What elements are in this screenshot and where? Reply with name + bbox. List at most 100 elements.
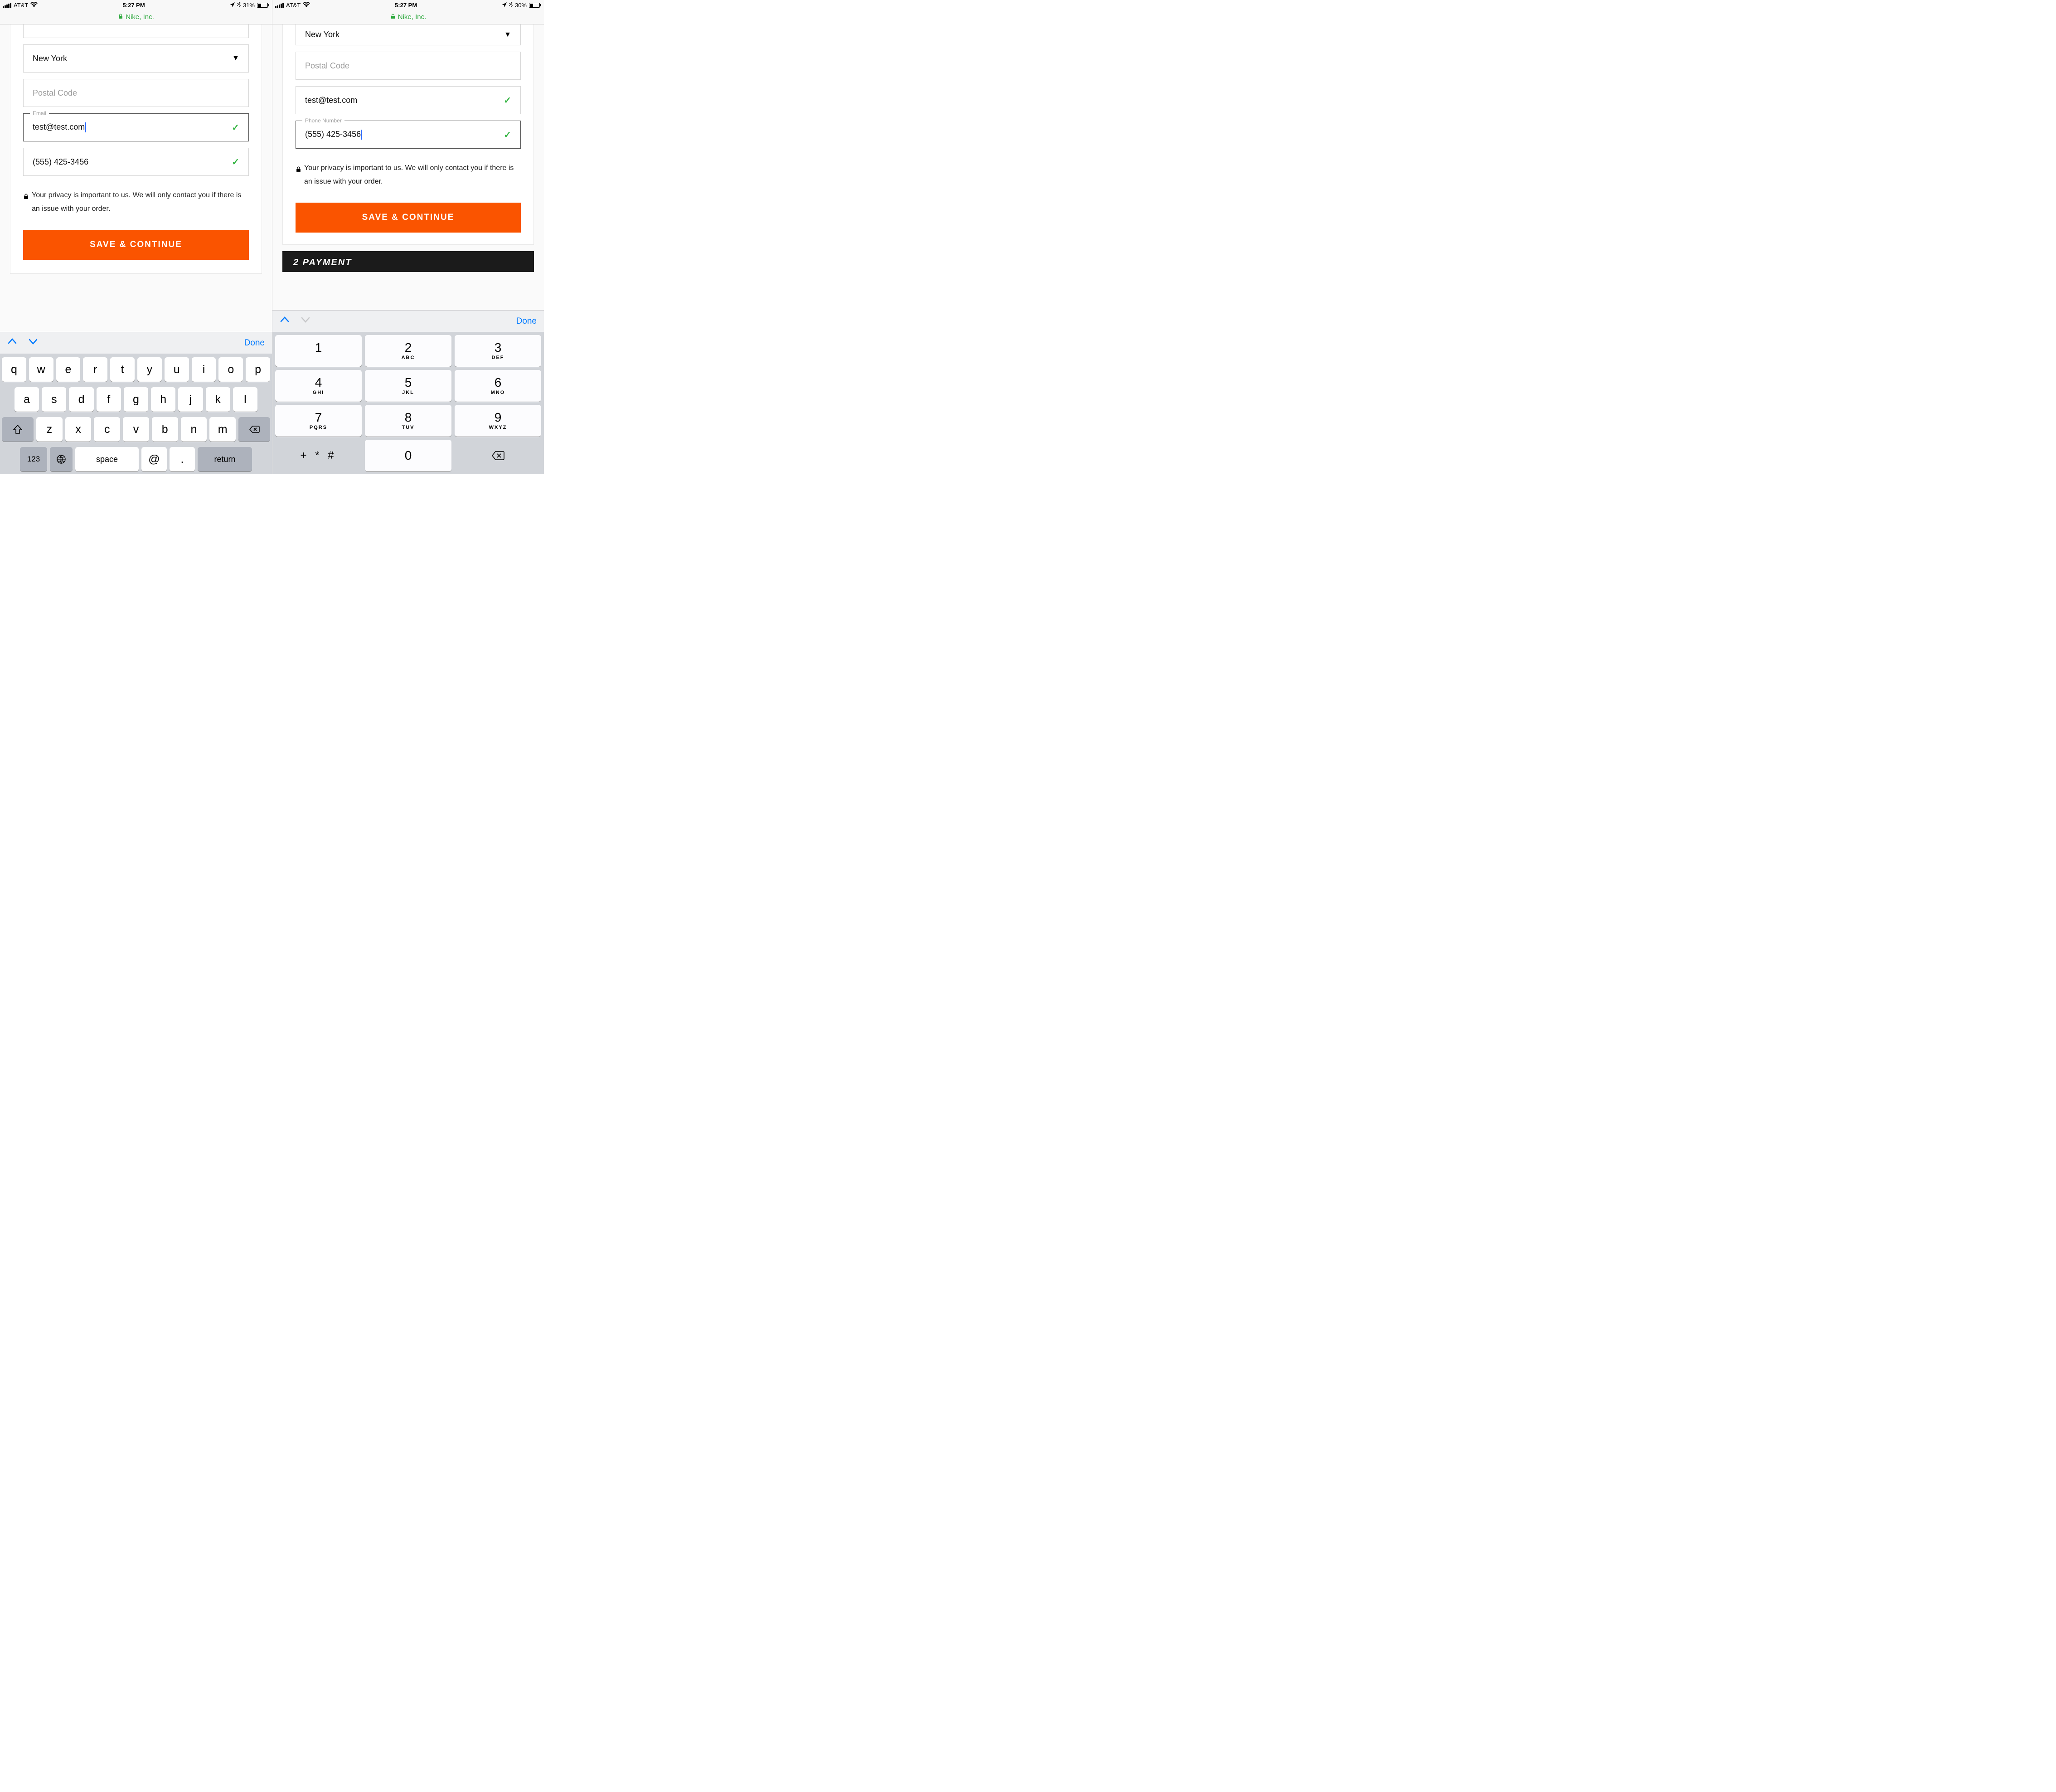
location-icon xyxy=(230,2,235,9)
clock: 5:27 PM xyxy=(395,2,417,9)
bluetooth-icon xyxy=(509,1,513,9)
prev-field-partial[interactable] xyxy=(23,24,249,38)
period-key[interactable]: . xyxy=(170,447,195,471)
carrier-label: AT&T xyxy=(14,2,28,9)
space-key[interactable]: space xyxy=(75,447,139,471)
numpad-key-3[interactable]: 3DEF xyxy=(455,335,541,367)
key-b[interactable]: b xyxy=(152,417,178,442)
key-o[interactable]: o xyxy=(218,357,243,382)
key-h[interactable]: h xyxy=(151,387,175,412)
numpad-key-6[interactable]: 6MNO xyxy=(455,370,541,402)
numpad-key-9[interactable]: 9WXYZ xyxy=(455,405,541,437)
key-e[interactable]: e xyxy=(56,357,81,382)
key-m[interactable]: m xyxy=(209,417,236,442)
browser-url-bar[interactable]: Nike, Inc. xyxy=(272,10,544,24)
checkout-form: New York ▼ Postal Code Email test@test.c… xyxy=(10,24,262,274)
globe-key[interactable] xyxy=(50,447,73,471)
privacy-notice: Your privacy is important to us. We will… xyxy=(23,189,249,216)
numpad-key-1[interactable]: 1 xyxy=(275,335,362,367)
postal-code-field[interactable]: Postal Code xyxy=(296,52,521,80)
check-icon: ✓ xyxy=(504,129,511,141)
return-key[interactable]: return xyxy=(198,447,252,471)
key-l[interactable]: l xyxy=(233,387,257,412)
check-icon: ✓ xyxy=(232,156,239,168)
privacy-text: Your privacy is important to us. We will… xyxy=(32,189,249,216)
key-i[interactable]: i xyxy=(192,357,216,382)
key-f[interactable]: f xyxy=(97,387,121,412)
phone-field[interactable]: Phone Number (555) 425-3456 ✓ xyxy=(296,121,521,149)
state-value: New York xyxy=(33,54,67,63)
key-j[interactable]: j xyxy=(178,387,203,412)
state-select[interactable]: New York ▼ xyxy=(296,24,521,45)
clock: 5:27 PM xyxy=(123,2,145,9)
symbols-key[interactable]: + * # xyxy=(275,440,362,471)
page-content: New York ▼ Postal Code Email test@test.c… xyxy=(0,24,272,332)
next-field-button[interactable] xyxy=(301,315,310,328)
key-k[interactable]: k xyxy=(206,387,230,412)
keyboard-done-button[interactable]: Done xyxy=(516,316,537,326)
key-c[interactable]: c xyxy=(94,417,120,442)
lock-icon xyxy=(296,164,301,189)
key-d[interactable]: d xyxy=(69,387,93,412)
phone-float-label: Phone Number xyxy=(302,117,344,124)
key-t[interactable]: t xyxy=(110,357,135,382)
key-n[interactable]: n xyxy=(181,417,207,442)
state-select[interactable]: New York ▼ xyxy=(23,44,249,73)
browser-url-bar[interactable]: Nike, Inc. xyxy=(0,10,272,24)
backspace-key[interactable] xyxy=(455,440,541,471)
privacy-text: Your privacy is important to us. We will… xyxy=(304,161,521,189)
payment-step-header[interactable]: 2 PAYMENT xyxy=(282,251,534,272)
lock-icon xyxy=(390,13,396,21)
privacy-notice: Your privacy is important to us. We will… xyxy=(296,161,521,189)
email-float-label: Email xyxy=(30,110,49,117)
numpad-key-4[interactable]: 4GHI xyxy=(275,370,362,402)
phone-field[interactable]: (555) 425-3456 ✓ xyxy=(23,148,249,176)
lock-icon xyxy=(118,13,123,21)
lock-icon xyxy=(23,191,29,216)
numpad-key-8[interactable]: 8TUV xyxy=(365,405,451,437)
check-icon: ✓ xyxy=(232,122,239,133)
key-y[interactable]: y xyxy=(137,357,162,382)
key-p[interactable]: p xyxy=(246,357,270,382)
status-bar: AT&T 5:27 PM 31% xyxy=(0,0,272,10)
save-continue-button[interactable]: SAVE & CONTINUE xyxy=(296,203,521,233)
key-a[interactable]: a xyxy=(15,387,39,412)
key-r[interactable]: r xyxy=(83,357,107,382)
backspace-key[interactable] xyxy=(238,417,270,442)
keyboard-accessory: Done xyxy=(272,310,544,332)
key-z[interactable]: z xyxy=(36,417,63,442)
phone-right: AT&T 5:27 PM 30% Nike, Inc. New York ▼ xyxy=(272,0,544,474)
keyboard-numpad: 1 2ABC3DEF 4GHI5JKL6MNO 7PQRS8TUV9WXYZ +… xyxy=(272,332,544,474)
numpad-key-0[interactable]: 0 xyxy=(365,440,451,471)
email-field[interactable]: Email test@test.com ✓ xyxy=(23,113,249,141)
email-field[interactable]: test@test.com ✓ xyxy=(296,86,521,114)
numbers-key[interactable]: 123 xyxy=(20,447,47,471)
battery-pct: 31% xyxy=(243,2,255,9)
phone-value: (555) 425-3456 xyxy=(305,130,361,139)
next-field-button[interactable] xyxy=(28,336,38,350)
numpad-key-7[interactable]: 7PQRS xyxy=(275,405,362,437)
key-s[interactable]: s xyxy=(42,387,66,412)
key-q[interactable]: q xyxy=(2,357,26,382)
location-icon xyxy=(502,2,507,9)
status-bar: AT&T 5:27 PM 30% xyxy=(272,0,544,10)
key-x[interactable]: x xyxy=(65,417,92,442)
keyboard-done-button[interactable]: Done xyxy=(244,338,265,348)
keyboard-accessory: Done xyxy=(0,332,272,354)
keyboard-qwerty: qwertyuiop asdfghjkl zxcvbnm 123 space @… xyxy=(0,354,272,474)
battery-icon xyxy=(529,3,541,8)
save-continue-button[interactable]: SAVE & CONTINUE xyxy=(23,230,249,260)
numpad-key-5[interactable]: 5JKL xyxy=(365,370,451,402)
prev-field-button[interactable] xyxy=(280,315,290,328)
postal-code-field[interactable]: Postal Code xyxy=(23,79,249,107)
key-u[interactable]: u xyxy=(165,357,189,382)
shift-key[interactable] xyxy=(2,417,34,442)
chevron-down-icon: ▼ xyxy=(232,54,239,63)
page-content: New York ▼ Postal Code test@test.com ✓ P… xyxy=(272,24,544,310)
numpad-key-2[interactable]: 2ABC xyxy=(365,335,451,367)
prev-field-button[interactable] xyxy=(7,336,17,350)
key-v[interactable]: v xyxy=(123,417,149,442)
key-g[interactable]: g xyxy=(124,387,148,412)
at-key[interactable]: @ xyxy=(141,447,167,471)
key-w[interactable]: w xyxy=(29,357,53,382)
